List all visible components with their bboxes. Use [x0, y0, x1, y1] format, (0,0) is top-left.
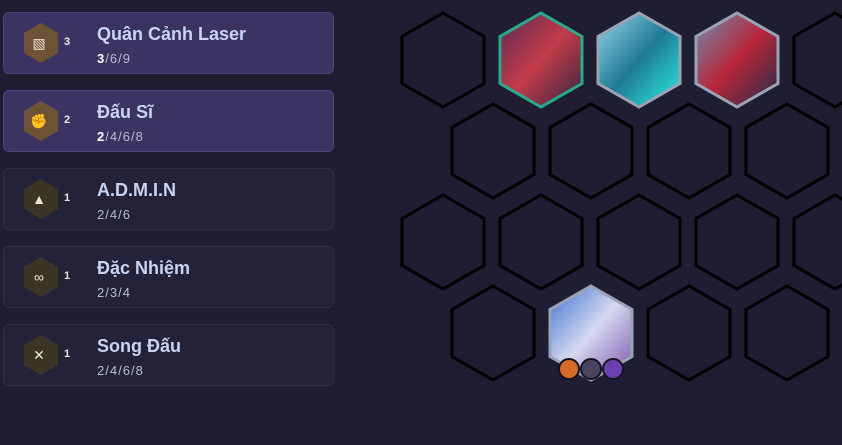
- trait-breakpoint: 8: [135, 363, 144, 378]
- trait-badge: ✕: [24, 335, 58, 375]
- champion-red-drone[interactable]: [694, 11, 780, 109]
- trait-name: Song Đấu: [97, 336, 181, 356]
- trait-breakpoint: 4: [109, 129, 119, 144]
- trait-breakpoint: 2: [97, 285, 106, 300]
- trait-row[interactable]: ✕ 1 Song Đấu 2/4/6/8: [3, 324, 334, 386]
- trait-breakpoint: 2: [97, 363, 106, 378]
- trait-breakpoint: 4: [122, 285, 131, 300]
- trait-name: Quân Cảnh Laser: [97, 24, 247, 44]
- trait-badge: ▲: [24, 179, 58, 219]
- trait-breakpoints: 2/4/6/8: [97, 129, 144, 144]
- trait-breakpoint: 6: [109, 51, 119, 66]
- trait-breakpoint: 3: [97, 51, 106, 66]
- trait-breakpoint: 6: [122, 129, 131, 144]
- trait-breakpoint: 9: [122, 51, 131, 66]
- trait-badge: ▧: [24, 23, 58, 63]
- board-hex[interactable]: [400, 193, 486, 291]
- board-hex[interactable]: [498, 193, 584, 291]
- champion-ice-robot[interactable]: [596, 11, 682, 109]
- trait-row[interactable]: ✊ 2 Đấu Sĩ 2/4/6/8: [3, 90, 334, 152]
- broken-image-icon: ▧: [32, 35, 46, 51]
- trait-name: Đặc Nhiệm: [97, 258, 191, 278]
- binoculars-icon: ∞: [34, 269, 44, 285]
- trait-row[interactable]: ▧ 3 Quân Cảnh Laser 3/6/9: [3, 12, 334, 74]
- trait-breakpoint: 2: [97, 129, 106, 144]
- board-hex[interactable]: [792, 11, 842, 109]
- trait-breakpoints: 2/4/6/8: [97, 363, 144, 378]
- board-hex[interactable]: [400, 11, 486, 109]
- trait-name: A.D.M.I.N: [97, 180, 176, 200]
- trait-breakpoint: 6: [122, 363, 131, 378]
- trait-breakpoint: 4: [109, 363, 119, 378]
- trait-breakpoint: 3: [109, 285, 119, 300]
- board-hex[interactable]: [646, 284, 732, 382]
- trait-breakpoints: 2/3/4: [97, 285, 131, 300]
- trait-count: 3: [64, 36, 71, 48]
- board-hex[interactable]: [450, 102, 536, 200]
- trait-count: 1: [64, 192, 71, 204]
- board-hex[interactable]: [646, 102, 732, 200]
- trait-badge: ∞: [24, 257, 58, 297]
- board-hex[interactable]: [450, 284, 536, 382]
- champion-red-mech[interactable]: [498, 11, 584, 109]
- trait-breakpoints: 2/4/6: [97, 207, 131, 222]
- champion-silver-hair[interactable]: [548, 284, 634, 382]
- board-hex[interactable]: [744, 102, 830, 200]
- trait-count: 1: [64, 348, 71, 360]
- board-hex[interactable]: [596, 193, 682, 291]
- crossed-swords-icon: ✕: [33, 347, 45, 363]
- board-hex[interactable]: [744, 284, 830, 382]
- trait-breakpoint: 2: [97, 207, 106, 222]
- trait-count: 2: [64, 114, 71, 126]
- trait-breakpoints: 3/6/9: [97, 51, 131, 66]
- board-hex[interactable]: [792, 193, 842, 291]
- trait-breakpoint: 8: [135, 129, 144, 144]
- board-hex[interactable]: [694, 193, 780, 291]
- fist-icon: ✊: [30, 113, 48, 129]
- trait-name: Đấu Sĩ: [97, 102, 154, 122]
- board-hex[interactable]: [548, 102, 634, 200]
- trait-count: 1: [64, 270, 71, 282]
- trait-row[interactable]: ▲ 1 A.D.M.I.N 2/4/6: [3, 168, 334, 230]
- trait-badge: ✊: [24, 101, 58, 141]
- trait-breakpoint: 4: [109, 207, 119, 222]
- trait-row[interactable]: ∞ 1 Đặc Nhiệm 2/3/4: [3, 246, 334, 308]
- drop-triangle-icon: ▲: [32, 191, 46, 207]
- trait-breakpoint: 6: [122, 207, 131, 222]
